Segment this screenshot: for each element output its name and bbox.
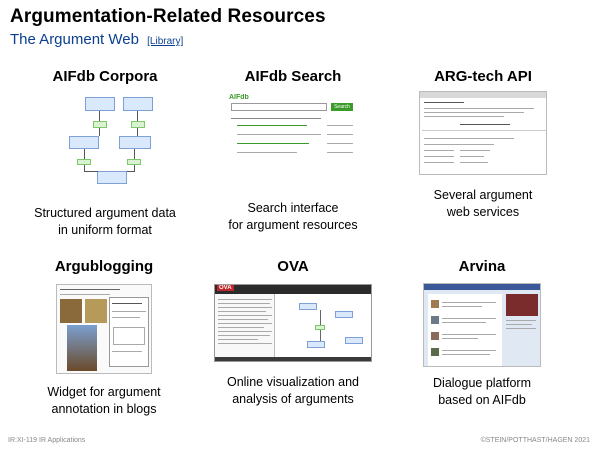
diagram-node: [85, 97, 115, 111]
desc-line: based on AIFdb: [438, 393, 526, 407]
diagram-node: [131, 121, 145, 128]
slide-title: Argumentation-Related Resources: [10, 6, 326, 27]
diagram-node: [123, 97, 153, 111]
desc-line: Dialogue platform: [433, 376, 531, 390]
aifdb-search-thumbnail[interactable]: AIFdb Search: [227, 94, 359, 166]
card-title: Argublogging: [54, 258, 154, 275]
arvina-flag-image: [506, 294, 538, 316]
desc-line: Online visualization and: [226, 375, 360, 389]
argtech-api-thumbnail[interactable]: [419, 91, 547, 175]
desc-line: analysis of arguments: [232, 392, 354, 406]
subtitle-text: The Argument Web: [10, 31, 139, 48]
arvina-thumbnail[interactable]: [423, 283, 541, 367]
desc-line: Several argument: [433, 188, 533, 202]
desc-line: Structured argument data: [34, 206, 176, 220]
desc-line: Search interface: [247, 201, 339, 215]
desc-line: annotation in blogs: [51, 402, 157, 416]
diagram-node: [119, 136, 151, 149]
diagram-node: [69, 136, 99, 149]
card-description: Search interface for argument resources: [193, 200, 393, 234]
card-description: Widget for argument annotation in blogs: [4, 384, 204, 418]
card-title: AIFdb Corpora: [52, 68, 158, 85]
slide-subtitle: The Argument Web [Library]: [10, 31, 183, 48]
desc-line: for argument resources: [228, 218, 358, 232]
ova-logo: OVA: [217, 285, 234, 291]
card-argublogging: Argublogging Widget for argument annotat…: [4, 258, 204, 418]
card-argtech-api: ARG-tech API Several argument web servic…: [383, 68, 583, 221]
card-aifdb-search: AIFdb Search AIFdb Search Search interfa…: [193, 68, 393, 234]
card-description: Online visualization and analysis of arg…: [193, 374, 393, 408]
card-title: Arvina: [458, 258, 506, 275]
argublogging-thumbnail[interactable]: [56, 284, 152, 374]
card-description: Dialogue platform based on AIFdb: [382, 375, 582, 409]
diagram-node: [97, 171, 127, 184]
card-description: Structured argument data in uniform form…: [5, 205, 205, 239]
diagram-node: [93, 121, 107, 128]
library-link[interactable]: [Library]: [147, 36, 183, 47]
card-arvina: Arvina Dialogue platform based on AIFdb: [382, 258, 582, 409]
desc-line: Widget for argument: [47, 385, 161, 399]
search-input[interactable]: [231, 103, 327, 111]
card-ova: OVA OVA Online visualization and analysi…: [193, 258, 393, 408]
card-title: AIFdb Search: [244, 68, 342, 85]
card-title: ARG-tech API: [434, 68, 532, 85]
card-description: Several argument web services: [383, 187, 583, 221]
ova-thumbnail[interactable]: OVA: [214, 284, 372, 362]
card-title: OVA: [277, 258, 309, 275]
card-aifdb-corpora: AIFdb Corpora Structured argument data i…: [5, 68, 205, 239]
desc-line: web services: [446, 205, 520, 219]
footer-left: IR:XI-119 IR Applications: [8, 437, 86, 444]
desc-line: in uniform format: [58, 223, 152, 237]
search-button[interactable]: Search: [331, 103, 353, 111]
footer-right: ©STEIN/POTTHAST/HAGEN 2021: [480, 437, 590, 444]
aifdb-corpora-diagram: [55, 95, 155, 187]
aifdb-logo: AIFdb: [229, 94, 249, 101]
